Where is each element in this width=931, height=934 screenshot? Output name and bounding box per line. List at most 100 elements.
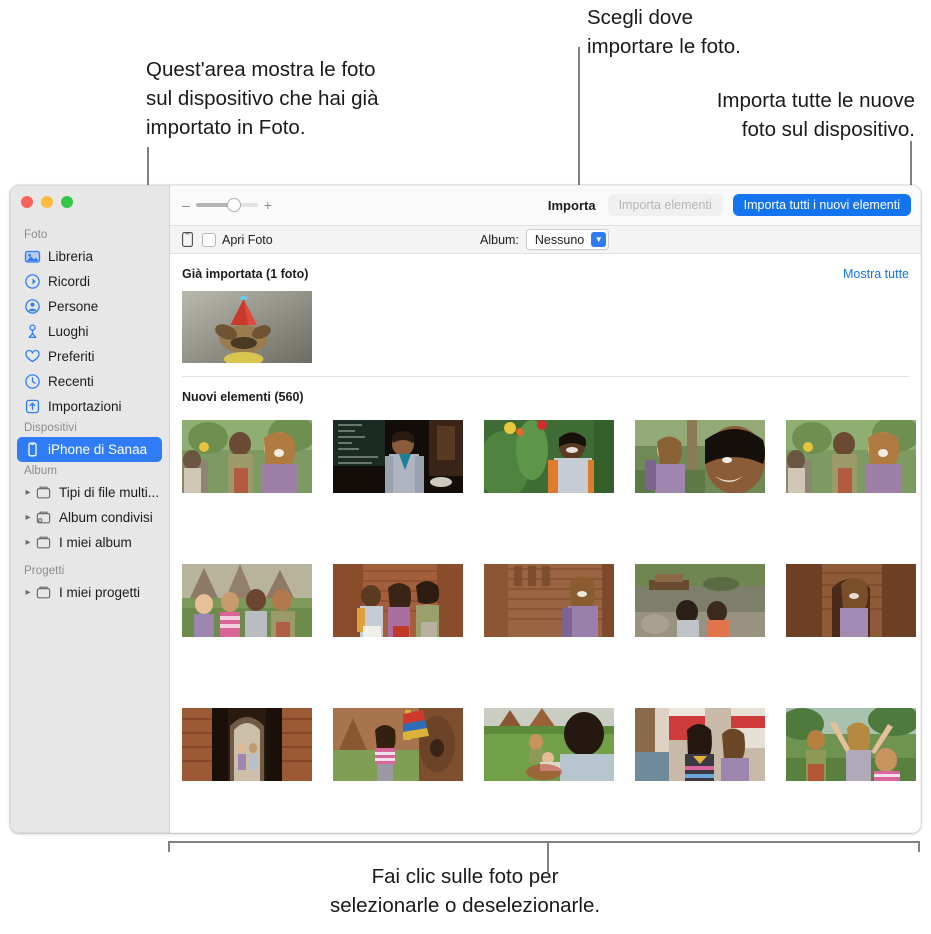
memories-icon (24, 273, 41, 290)
close-button[interactable] (21, 196, 33, 208)
leader-bracket-bottom-stem (547, 841, 549, 872)
photo-grid[interactable] (182, 404, 916, 781)
clock-icon (24, 373, 41, 390)
open-photos-label: Apri Foto (222, 232, 273, 247)
sidebar-item-tipi-di-file-multimediali[interactable]: ▸ Tipi di file multi... (17, 480, 162, 505)
sidebar-item-label: I miei progetti (59, 585, 141, 600)
sidebar-header-progetti: Progetti (24, 565, 65, 577)
callout-select-photos-text: Fai clic sulle foto per selezionarle o d… (329, 865, 601, 917)
zoom-in-label[interactable]: + (264, 197, 272, 213)
chevron-right-icon[interactable]: ▸ (22, 512, 34, 523)
zoom-slider-knob[interactable] (228, 199, 241, 211)
woman-colorful-tree-photo[interactable] (333, 708, 463, 781)
group-cheering-photo[interactable] (786, 708, 916, 781)
woman-archway-photo[interactable] (786, 564, 916, 637)
sidebar-item-ricordi[interactable]: Ricordi (17, 269, 162, 294)
open-photos-checkbox-group[interactable]: Apri Foto (202, 232, 273, 247)
sidebar-item-luoghi[interactable]: Luoghi (17, 319, 162, 344)
minimize-button[interactable] (41, 196, 53, 208)
sidebar-item-label: Preferiti (48, 349, 95, 364)
two-travelers-smiling-photo[interactable] (182, 420, 312, 493)
callout-left-text: Quest'area mostra le foto sul dispositiv… (146, 58, 379, 139)
shared-folder-icon (35, 509, 52, 526)
already-imported-header: Già importata (1 foto) Mostra tutte (182, 254, 909, 281)
sidebar-header-album: Album (24, 465, 58, 477)
sidebar-item-label: I miei album (59, 535, 132, 550)
new-items-header: Nuovi elementi (560) (182, 377, 909, 404)
library-icon (24, 248, 41, 265)
new-items-title: Nuovi elementi (560) (182, 390, 304, 404)
man-at-cafe-chalkboard-photo[interactable] (333, 420, 463, 493)
sidebar-item-preferiti[interactable]: Preferiti (17, 344, 162, 369)
people-icon (24, 298, 41, 315)
places-icon (24, 323, 41, 340)
sidebar-item-label: iPhone di Sanaa (48, 442, 148, 457)
sidebar-item-i-miei-album[interactable]: ▸ I miei album (17, 530, 162, 555)
chevron-down-icon[interactable]: ▼ (591, 232, 607, 247)
sidebar: Foto Libreria Ricordi Persone Luoghi Pre… (10, 185, 170, 833)
already-imported-title: Già importata (1 foto) (182, 267, 309, 281)
toolbar-actions: Importa Importa elementi Importa tutti i… (548, 194, 911, 216)
sidebar-item-label: Ricordi (48, 274, 91, 289)
chevron-right-icon[interactable]: ▸ (22, 537, 34, 548)
folder-icon (35, 534, 52, 551)
sidebar-item-iphone-di-sanaa[interactable]: iPhone di Sanaa (17, 437, 162, 462)
three-friends-brick-wall-photo[interactable] (333, 564, 463, 637)
callout-import-destination-text: Scegli dove importare le foto. (587, 6, 741, 58)
open-photos-checkbox[interactable] (202, 232, 216, 247)
callout-import-all-text: Importa tutte le nuove foto sul disposit… (716, 89, 915, 141)
two-people-riverbank-photo[interactable] (635, 564, 765, 637)
show-all-link[interactable]: Mostra tutte (843, 267, 909, 281)
leader-bracket-bottom-cap-left (168, 841, 170, 852)
sidebar-item-recenti[interactable]: Recenti (17, 369, 162, 394)
sidebar-item-label: Libreria (48, 249, 94, 264)
main-panel: – + Importa Importa elementi Importa tut… (170, 185, 921, 833)
sidebar-item-album-condivisi[interactable]: ▸ Album condivisi (17, 505, 162, 530)
sidebar-item-libreria[interactable]: Libreria (17, 244, 162, 269)
chevron-right-icon[interactable]: ▸ (22, 487, 34, 498)
already-imported-row (182, 281, 909, 376)
iphone-icon (24, 441, 41, 458)
zoom-slider[interactable]: – + (182, 197, 272, 213)
sidebar-item-i-miei-progetti[interactable]: ▸ I miei progetti (17, 580, 162, 605)
two-women-market-photo[interactable] (635, 708, 765, 781)
import-selected-button[interactable]: Importa elementi (607, 194, 723, 216)
sidebar-header-dispositivi: Dispositivi (24, 422, 77, 434)
album-picker-group: Album: Nessuno ▼ (480, 229, 610, 250)
folder-icon (35, 584, 52, 601)
dog-party-hat-photo[interactable] (182, 291, 312, 363)
iphone-icon (182, 232, 193, 247)
sidebar-item-label: Persone (48, 299, 99, 314)
zoom-slider-track[interactable] (195, 199, 258, 211)
man-with-flowers-photo[interactable] (484, 420, 614, 493)
sidebar-item-label: Importazioni (48, 399, 122, 414)
heart-icon (24, 348, 41, 365)
screenshot-root: Quest'area mostra le foto sul dispositiv… (0, 0, 931, 934)
woman-backpack-closeup-photo[interactable] (635, 420, 765, 493)
sidebar-item-label: Album condivisi (59, 510, 153, 525)
window-controls (21, 196, 73, 208)
picnic-on-grass-photo[interactable] (484, 708, 614, 781)
woman-at-ruins-photo[interactable] (484, 564, 614, 637)
import-icon (24, 398, 41, 415)
import-all-new-button[interactable]: Importa tutti i nuovi elementi (732, 194, 911, 216)
leader-bracket-bottom-line (168, 841, 920, 843)
album-select[interactable]: Nessuno ▼ (525, 229, 610, 250)
album-selected-value: Nessuno (534, 232, 585, 247)
two-travelers-smiling-photo-2[interactable] (786, 420, 916, 493)
zoom-out-label[interactable]: – (182, 197, 190, 213)
photos-import-window: Foto Libreria Ricordi Persone Luoghi Pre… (10, 185, 921, 833)
import-content[interactable]: Già importata (1 foto) Mostra tutte Nuov… (170, 254, 921, 833)
sidebar-list[interactable]: Foto Libreria Ricordi Persone Luoghi Pre… (10, 226, 169, 833)
chevron-right-icon[interactable]: ▸ (22, 587, 34, 598)
zoom-button[interactable] (61, 196, 73, 208)
sidebar-item-label: Luoghi (48, 324, 89, 339)
album-label: Album: (480, 232, 519, 247)
sub-toolbar: Apri Foto Album: Nessuno ▼ (170, 226, 921, 254)
sidebar-item-persone[interactable]: Persone (17, 294, 162, 319)
toolbar: – + Importa Importa elementi Importa tut… (170, 185, 921, 226)
group-at-temple-photo[interactable] (182, 564, 312, 637)
sidebar-item-importazioni[interactable]: Importazioni (17, 394, 162, 419)
couple-temple-corridor-photo[interactable] (182, 708, 312, 781)
zoom-slider-fill (195, 203, 232, 207)
